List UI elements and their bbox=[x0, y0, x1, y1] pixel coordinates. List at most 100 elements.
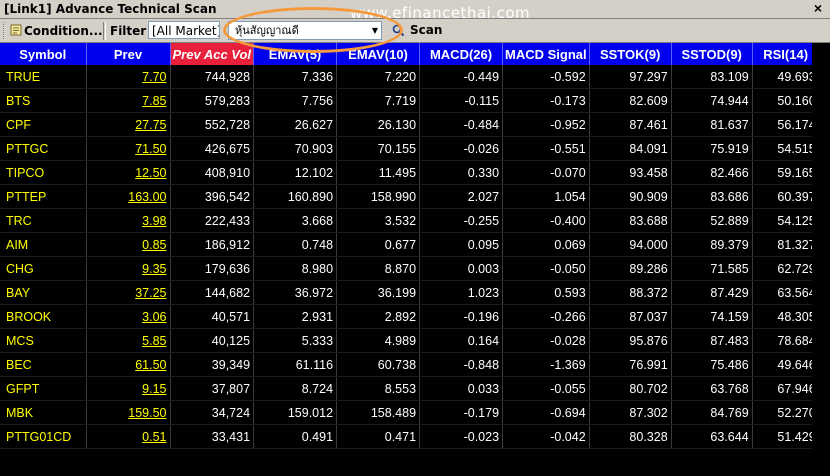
cell-prev[interactable]: 7.70 bbox=[86, 65, 171, 89]
cell-emav5: 159.012 bbox=[253, 400, 338, 425]
cell-sstod: 74.944 bbox=[671, 88, 753, 113]
cell-symbol[interactable]: TRUE bbox=[0, 65, 87, 89]
cell-sstok: 90.909 bbox=[589, 184, 672, 209]
stock-group-dropdown[interactable]: หุ้นสัญญาณดี ▼ bbox=[228, 21, 382, 40]
table-row[interactable]: PTTGC 71.50 426,675 70.903 70.155 -0.026 -0.55… bbox=[0, 136, 820, 161]
table-row[interactable]: PTTEP 163.00 396,542 160.890 158.990 2.027 1.0… bbox=[0, 184, 820, 209]
cell-prev[interactable]: 37.25 bbox=[86, 280, 171, 305]
column-header-emav10[interactable]: EMAV(10) bbox=[336, 43, 421, 65]
table-row[interactable]: TRC 3.98 222,433 3.668 3.532 -0.255 -0.400 83.6… bbox=[0, 208, 820, 233]
column-header-prev[interactable]: Prev bbox=[86, 43, 171, 65]
cell-emav5: 12.102 bbox=[253, 160, 338, 185]
column-header-prev-acc-vol[interactable]: Prev Acc Vol bbox=[170, 43, 255, 65]
table-row[interactable]: CHG 9.35 179,636 8.980 8.870 0.003 -0.050 89.28… bbox=[0, 256, 820, 281]
cell-macd-signal: 0.593 bbox=[502, 280, 590, 305]
column-header-symbol[interactable]: Symbol bbox=[0, 43, 87, 65]
table-row[interactable]: PTTG01CD 0.51 33,431 0.491 0.471 -0.023 -0.042… bbox=[0, 424, 820, 449]
cell-prev[interactable]: 3.98 bbox=[86, 208, 171, 233]
cell-sstok: 97.297 bbox=[589, 65, 672, 89]
table-row[interactable]: MBK 159.50 34,724 159.012 158.489 -0.179 -0.69… bbox=[0, 400, 820, 425]
cell-prev[interactable]: 9.35 bbox=[86, 256, 171, 281]
column-header-macd[interactable]: MACD(26) bbox=[419, 43, 504, 65]
cell-prev[interactable]: 163.00 bbox=[86, 184, 171, 209]
cell-prev[interactable]: 71.50 bbox=[86, 136, 171, 161]
table-row[interactable]: GFPT 9.15 37,807 8.724 8.553 0.033 -0.055 80.70… bbox=[0, 376, 820, 401]
cell-macd: 0.164 bbox=[419, 328, 504, 353]
cell-symbol[interactable]: AIM bbox=[0, 232, 87, 257]
cell-symbol[interactable]: BEC bbox=[0, 352, 87, 377]
cell-emav10: 70.155 bbox=[336, 136, 421, 161]
cell-rsi: 52.270 bbox=[752, 400, 820, 425]
cell-symbol[interactable]: PTTEP bbox=[0, 184, 87, 209]
column-header-sstod[interactable]: SSTOD(9) bbox=[671, 43, 753, 65]
cell-symbol[interactable]: TRC bbox=[0, 208, 87, 233]
cell-symbol[interactable]: PTTGC bbox=[0, 136, 87, 161]
column-header-rsi[interactable]: RSI(14) bbox=[752, 43, 820, 65]
cell-emav10: 36.199 bbox=[336, 280, 421, 305]
vertical-scrollbar[interactable] bbox=[812, 43, 830, 476]
cell-sstod: 87.429 bbox=[671, 280, 753, 305]
cell-macd: 0.095 bbox=[419, 232, 504, 257]
cell-symbol[interactable]: BAY bbox=[0, 280, 87, 305]
table-row[interactable]: AIM 0.85 186,912 0.748 0.677 0.095 0.069 94.000… bbox=[0, 232, 820, 257]
toolbar: Condition... Filter : [All Market] หุ้นส… bbox=[0, 19, 830, 43]
cell-prev-acc-vol: 744,928 bbox=[170, 65, 255, 89]
cell-prev[interactable]: 12.50 bbox=[86, 160, 171, 185]
table-row[interactable]: BROOK 3.06 40,571 2.931 2.892 -0.196 -0.266 87.… bbox=[0, 304, 820, 329]
cell-prev[interactable]: 3.06 bbox=[86, 304, 171, 329]
cell-symbol[interactable]: BTS bbox=[0, 88, 87, 113]
cell-emav10: 7.719 bbox=[336, 88, 421, 113]
cell-emav10: 7.220 bbox=[336, 65, 421, 89]
cell-sstok: 80.702 bbox=[589, 376, 672, 401]
scan-label: Scan bbox=[410, 23, 443, 37]
cell-symbol[interactable]: CHG bbox=[0, 256, 87, 281]
column-header-sstok[interactable]: SSTOK(9) bbox=[589, 43, 672, 65]
cell-prev-acc-vol: 426,675 bbox=[170, 136, 255, 161]
condition-button[interactable]: Condition... bbox=[24, 22, 103, 40]
cell-prev[interactable]: 27.75 bbox=[86, 112, 171, 137]
table-row[interactable]: BAY 37.25 144,682 36.972 36.199 1.023 0.593 88.… bbox=[0, 280, 820, 305]
cell-emav5: 7.336 bbox=[253, 65, 338, 89]
cell-symbol[interactable]: CPF bbox=[0, 112, 87, 137]
cell-prev[interactable]: 0.51 bbox=[86, 424, 171, 449]
scan-button[interactable]: Scan bbox=[390, 21, 442, 40]
cell-symbol[interactable]: TIPCO bbox=[0, 160, 87, 185]
cell-symbol[interactable]: PTTG01CD bbox=[0, 424, 87, 449]
toolbar-grip[interactable] bbox=[3, 22, 7, 39]
cell-emav10: 8.870 bbox=[336, 256, 421, 281]
cell-symbol[interactable]: BROOK bbox=[0, 304, 87, 329]
cell-emav5: 26.627 bbox=[253, 112, 338, 137]
table-row[interactable]: TIPCO 12.50 408,910 12.102 11.495 0.330 -0.070… bbox=[0, 160, 820, 185]
cell-macd-signal: -0.050 bbox=[502, 256, 590, 281]
filter-market-field[interactable]: [All Market] bbox=[148, 21, 220, 39]
cell-prev[interactable]: 7.85 bbox=[86, 88, 171, 113]
cell-prev-acc-vol: 40,125 bbox=[170, 328, 255, 353]
cell-prev[interactable]: 61.50 bbox=[86, 352, 171, 377]
cell-prev[interactable]: 159.50 bbox=[86, 400, 171, 425]
column-header-macd-signal[interactable]: MACD Signal bbox=[502, 43, 590, 65]
cell-macd-signal: -0.551 bbox=[502, 136, 590, 161]
cell-sstod: 83.686 bbox=[671, 184, 753, 209]
table-row[interactable]: BTS 7.85 579,283 7.756 7.719 -0.115 -0.173 82.6… bbox=[0, 88, 820, 113]
cell-prev-acc-vol: 396,542 bbox=[170, 184, 255, 209]
cell-symbol[interactable]: MBK bbox=[0, 400, 87, 425]
table-row[interactable]: BEC 61.50 39,349 61.116 60.738 -0.848 -1.369 76… bbox=[0, 352, 820, 377]
cell-prev[interactable]: 0.85 bbox=[86, 232, 171, 257]
table-row[interactable]: MCS 5.85 40,125 5.333 4.989 0.164 -0.028 95.876… bbox=[0, 328, 820, 353]
cell-emav10: 0.677 bbox=[336, 232, 421, 257]
cell-symbol[interactable]: GFPT bbox=[0, 376, 87, 401]
cell-rsi: 62.729 bbox=[752, 256, 820, 281]
chevron-down-icon[interactable]: ▼ bbox=[372, 22, 378, 39]
cell-sstod: 63.644 bbox=[671, 424, 753, 449]
cell-sstod: 74.159 bbox=[671, 304, 753, 329]
table-row[interactable]: TRUE 7.70 744,928 7.336 7.220 -0.449 -0.592 97.… bbox=[0, 65, 820, 89]
column-header-emav5[interactable]: EMAV(5) bbox=[253, 43, 338, 65]
cell-symbol[interactable]: MCS bbox=[0, 328, 87, 353]
cell-prev[interactable]: 9.15 bbox=[86, 376, 171, 401]
table-row[interactable]: CPF 27.75 552,728 26.627 26.130 -0.484 -0.952 8… bbox=[0, 112, 820, 137]
close-icon[interactable]: × bbox=[814, 0, 822, 16]
cell-prev[interactable]: 5.85 bbox=[86, 328, 171, 353]
cell-macd: -0.255 bbox=[419, 208, 504, 233]
cell-macd-signal: -0.028 bbox=[502, 328, 590, 353]
cell-sstod: 81.637 bbox=[671, 112, 753, 137]
